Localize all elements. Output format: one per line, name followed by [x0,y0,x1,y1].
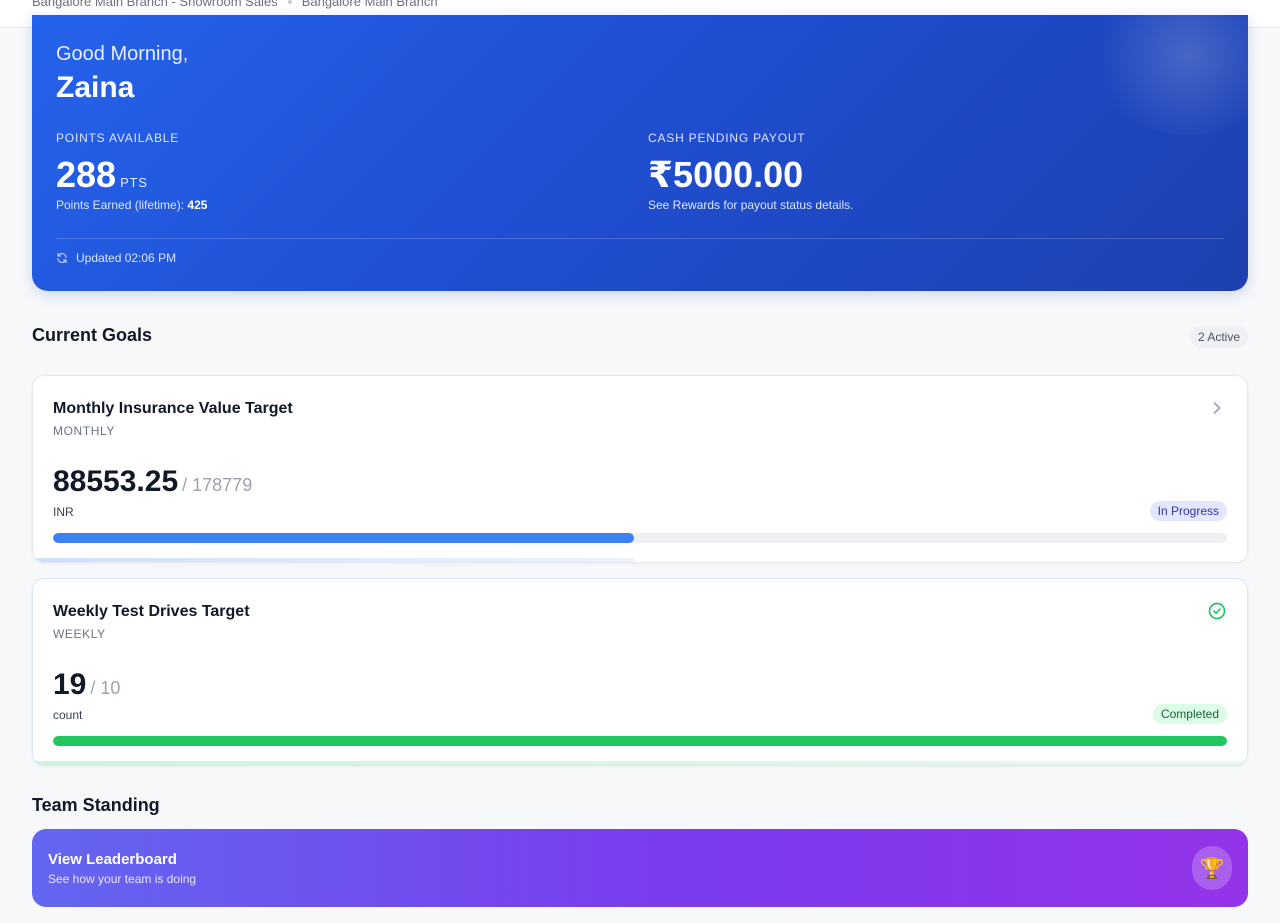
refresh-icon [57,252,67,264]
goal-card-weekly-test-drives[interactable]: Weekly Test Drives Target WEEKLY 19/ 10 … [32,578,1248,766]
goal-unit: INR [53,505,74,519]
status-badge: Completed [1152,704,1227,724]
user-name: Zaina [56,71,135,104]
goal-target: / 178779 [182,475,253,495]
goal-name: Weekly Test Drives Target [53,603,250,620]
view-leaderboard-card[interactable]: View Leaderboard See how your team is do… [32,829,1248,907]
goal-target: / 10 [90,678,121,698]
current-goals-title: Current Goals [32,325,153,345]
breadcrumb-item-branch[interactable]: Bangalore Main Branch [302,0,438,9]
cash-sub: See Rewards for payout status details. [648,198,854,212]
cash-label: CASH PENDING PAYOUT [648,131,806,145]
goal-value: 19 [53,668,87,701]
progress-fill [53,736,1227,746]
chevron-right-icon[interactable] [1207,398,1227,418]
breadcrumb-item-showroom[interactable]: Bangalore Main Branch - Showroom Sales [32,0,278,9]
active-count-badge: 2 Active [1189,326,1248,348]
team-standing-title: Team Standing [32,795,160,815]
goal-period: WEEKLY [53,627,106,641]
points-unit: PTS [120,175,148,190]
decorative-glow [1088,15,1248,135]
updated-row: Updated 02:06 PM [56,251,176,265]
points-label: POINTS AVAILABLE [56,131,180,145]
goal-value-row: 88553.25/ 178779 [53,464,252,503]
divider [56,238,1224,239]
progress-track [53,736,1227,746]
trophy-icon: 🏆 [1192,846,1232,890]
progress-underglow [33,761,1247,765]
updated-text: Updated 02:06 PM [76,251,177,265]
goal-name: Monthly Insurance Value Target [53,400,293,417]
goal-unit: count [53,708,83,722]
points-lifetime: Points Earned (lifetime): 425 [56,198,207,212]
breadcrumb-separator [287,0,292,4]
status-badge: In Progress [1149,501,1227,521]
progress-underglow [33,558,634,562]
goal-value-row: 19/ 10 [53,667,120,706]
progress-fill [53,533,635,543]
summary-card: Good Morning, Zaina POINTS AVAILABLE 288… [32,15,1248,291]
leaderboard-title: View Leaderboard [48,851,177,868]
goal-period: MONTHLY [53,424,115,438]
points-value: 288 [56,154,117,195]
goal-card-monthly-insurance[interactable]: Monthly Insurance Value Target MONTHLY 8… [32,375,1248,563]
breadcrumb: Bangalore Main Branch - Showroom Sales B… [32,0,438,9]
goal-value: 88553.25 [53,465,179,498]
check-circle-icon [1208,602,1226,620]
points-lifetime-value: 425 [187,198,208,212]
points-value-row: 288 PTS [56,155,148,203]
cash-value: ₹5000.00 [648,154,804,195]
points-lifetime-label: Points Earned (lifetime): [56,198,188,212]
progress-track [53,533,1227,543]
greeting-text: Good Morning, [56,43,189,65]
leaderboard-subtitle: See how your team is doing [48,872,197,886]
